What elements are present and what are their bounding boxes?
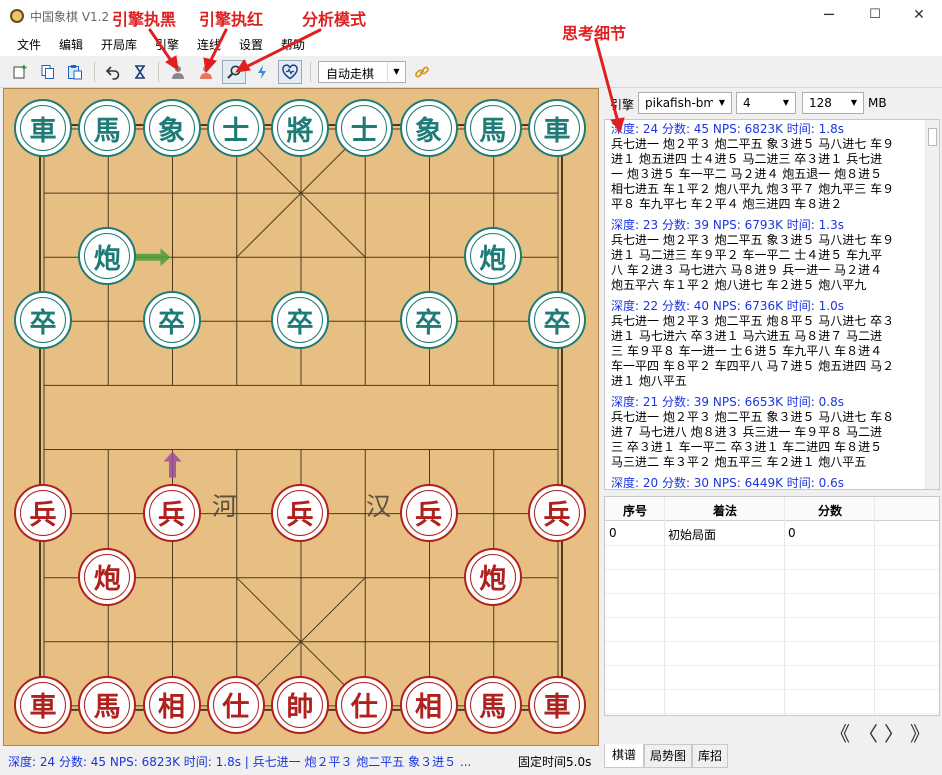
app-window: 中国象棋 V1.2 ─ ☐ ✕ 文件 编辑 开局库 引擎 连线 设置 帮助	[0, 0, 942, 775]
annotation-analysis-mode: 分析模式	[302, 10, 367, 29]
annotation-engine-black: 引擎执黑	[112, 10, 177, 29]
annotation-engine-red: 引擎执红	[199, 10, 264, 29]
annotation-arrows	[148, 28, 625, 134]
annotation-thinking-details: 思考细节	[562, 24, 627, 43]
